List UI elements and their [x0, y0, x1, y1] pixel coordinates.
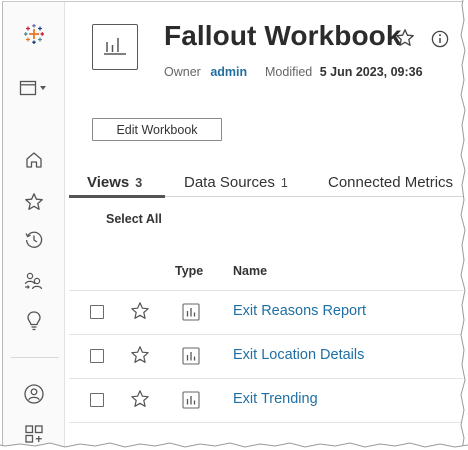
tab-label: Connected Metrics: [328, 174, 454, 191]
torn-edge-right: [460, 0, 468, 450]
shared-with-me-icon[interactable]: [3, 266, 65, 296]
info-icon[interactable]: [431, 30, 449, 53]
browse-menu-button[interactable]: [3, 75, 65, 105]
modified-label: Modified: [265, 65, 313, 79]
modified-date: 5 Jun 2023, 09:36: [319, 65, 423, 79]
tab-count: 3: [135, 176, 143, 190]
view-chart-icon: [182, 391, 200, 414]
tab-label: Views: [87, 174, 130, 191]
view-name-link[interactable]: Exit Trending: [233, 391, 318, 407]
tab-views[interactable]: Views 3: [87, 174, 142, 191]
user-profile-icon[interactable]: [3, 379, 65, 409]
home-icon[interactable]: [3, 145, 65, 175]
select-all-button[interactable]: Select All: [106, 212, 162, 226]
rail-divider: [11, 357, 59, 358]
tab-connected-metrics[interactable]: Connected Metrics: [328, 174, 453, 191]
row-checkbox[interactable]: [90, 305, 104, 319]
column-header-name[interactable]: Name: [233, 264, 267, 278]
column-header-type[interactable]: Type: [175, 264, 203, 278]
table-row: Exit Location Details: [69, 334, 463, 378]
view-chart-icon: [182, 347, 200, 370]
row-checkbox[interactable]: [90, 349, 104, 363]
modified-meta: Modified 5 Jun 2023, 09:36: [265, 65, 423, 79]
workbook-thumbnail: [92, 24, 138, 70]
row-favorite-star-icon[interactable]: [130, 301, 150, 326]
torn-edge-bottom: [0, 442, 468, 450]
tableau-logo-icon[interactable]: [3, 19, 65, 49]
browse-menu-icon: [19, 80, 49, 101]
favorite-star-icon[interactable]: [395, 28, 415, 53]
recommendations-lightbulb-icon[interactable]: [3, 306, 65, 336]
active-tab-indicator: [69, 195, 165, 198]
owner-label: Owner: [164, 65, 201, 79]
edit-workbook-button[interactable]: Edit Workbook: [92, 118, 222, 141]
owner-meta: Owner admin: [164, 65, 247, 79]
view-name-link[interactable]: Exit Location Details: [233, 347, 364, 363]
tab-label: Data Sources: [184, 174, 275, 191]
owner-link[interactable]: admin: [210, 65, 247, 79]
view-chart-icon: [182, 303, 200, 326]
tab-count: 1: [280, 176, 288, 190]
workbook-chart-icon: [103, 34, 127, 61]
left-navigation-rail: [3, 2, 65, 447]
table-row: Exit Reasons Report: [69, 290, 463, 334]
table-divider: [69, 422, 463, 423]
row-favorite-star-icon[interactable]: [130, 389, 150, 414]
table-row: Exit Trending: [69, 378, 463, 422]
recents-clock-icon[interactable]: [3, 225, 65, 255]
favorites-star-icon[interactable]: [3, 187, 65, 217]
workbook-page: Fallout Workbook Owner admin Modified 5 …: [2, 1, 463, 447]
row-checkbox[interactable]: [90, 393, 104, 407]
tab-data-sources[interactable]: Data Sources 1: [184, 174, 288, 191]
page-title: Fallout Workbook: [164, 20, 402, 51]
view-name-link[interactable]: Exit Reasons Report: [233, 303, 366, 319]
row-favorite-star-icon[interactable]: [130, 345, 150, 370]
